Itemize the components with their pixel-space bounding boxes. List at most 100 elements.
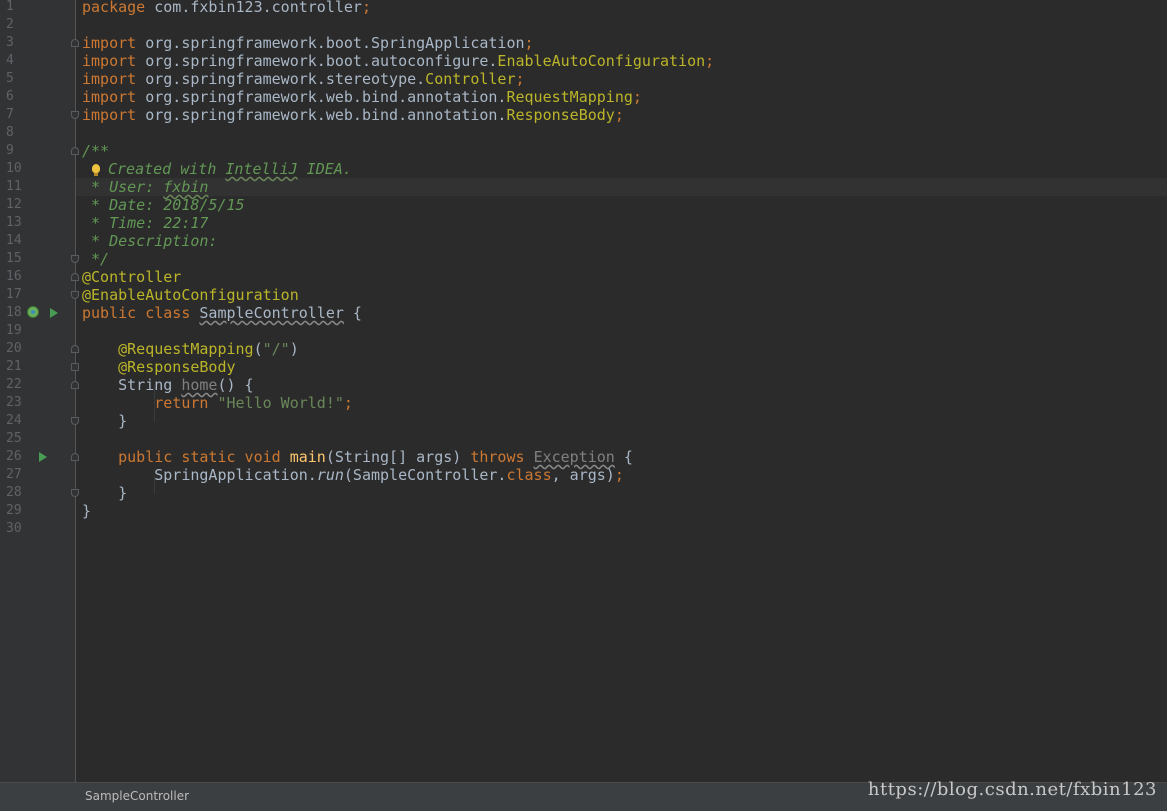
code-line-27[interactable]: SpringApplication.run(SampleController.c… xyxy=(82,466,624,484)
line-number: 15 xyxy=(6,251,22,266)
code-line-22[interactable]: String home() { xyxy=(82,376,253,394)
brace: } xyxy=(82,412,128,430)
fold-marker[interactable] xyxy=(71,255,79,263)
fold-marker[interactable] xyxy=(71,345,79,353)
return-type: String xyxy=(118,376,182,394)
line-number: 28 xyxy=(6,485,22,500)
class-name: SpringApplication xyxy=(371,34,525,52)
keyword: import xyxy=(82,34,137,52)
line-number: 23 xyxy=(6,395,22,410)
code-line-7[interactable]: import org.springframework.web.bind.anno… xyxy=(82,106,624,124)
code-line-5[interactable]: import org.springframework.stereotype.Co… xyxy=(82,70,525,88)
doc-comment: * Description: xyxy=(82,232,218,250)
semicolon: ; xyxy=(614,106,624,124)
annotation-class: ResponseBody xyxy=(506,106,615,124)
code-line-10[interactable]: Created with IntelliJ IDEA. xyxy=(108,160,352,178)
fold-marker[interactable] xyxy=(71,39,79,47)
line-number: 4 xyxy=(6,53,14,68)
watermark-text: https://blog.csdn.net/fxbin123 xyxy=(867,779,1157,800)
keyword: import xyxy=(82,106,137,124)
code-line-26[interactable]: public static void main(String[] args) t… xyxy=(82,448,633,466)
line-number: 30 xyxy=(6,521,22,536)
keyword: package xyxy=(82,0,146,16)
annotation: @EnableAutoConfiguration xyxy=(82,286,299,304)
code-line-3[interactable]: import org.springframework.boot.SpringAp… xyxy=(82,34,534,52)
line-number: 11 xyxy=(6,179,22,194)
code-line-23[interactable]: return "Hello World!"; xyxy=(82,394,353,412)
package-path: org.springframework.web.bind.annotation. xyxy=(136,88,507,106)
fold-marker[interactable] xyxy=(71,453,79,461)
code-line-21[interactable]: @ResponseBody xyxy=(82,358,236,376)
code-line-6[interactable]: import org.springframework.web.bind.anno… xyxy=(82,88,642,106)
paren: ) xyxy=(289,340,299,358)
keyword: import xyxy=(82,52,137,70)
run-gutter-icon[interactable] xyxy=(50,308,58,318)
code-line-15[interactable]: */ xyxy=(82,250,109,268)
fold-marker[interactable] xyxy=(71,147,79,155)
keyword: import xyxy=(82,88,137,106)
code-line-20[interactable]: @RequestMapping("/") xyxy=(82,340,299,358)
doc-comment-typo: IntelliJ xyxy=(225,160,298,178)
fold-marker[interactable] xyxy=(71,291,79,299)
line-number: 20 xyxy=(6,341,22,356)
line-number: 14 xyxy=(6,233,22,248)
code-line-16[interactable]: @Controller xyxy=(82,268,181,286)
keyword: class xyxy=(506,466,552,484)
package-path: org.springframework.stereotype. xyxy=(136,70,426,88)
breadcrumb[interactable]: SampleController xyxy=(85,789,189,803)
line-number: 3 xyxy=(6,35,14,50)
line-number: 13 xyxy=(6,215,22,230)
code-line-4[interactable]: import org.springframework.boot.autoconf… xyxy=(82,52,714,70)
doc-comment: Created with xyxy=(108,160,226,178)
annotation: @RequestMapping xyxy=(118,340,254,358)
semicolon: ; xyxy=(524,34,534,52)
method-params: (String[] args) xyxy=(325,448,471,466)
doc-comment: * Time: 22:17 xyxy=(82,214,209,232)
line-number: 8 xyxy=(6,125,14,140)
brace: { xyxy=(614,448,633,466)
annotation: @ResponseBody xyxy=(118,358,236,376)
code-line-12[interactable]: * Date: 2018/5/15 xyxy=(82,196,245,214)
code-line-13[interactable]: * Time: 22:17 xyxy=(82,214,208,232)
code-line-18[interactable]: public class SampleController { xyxy=(82,304,362,322)
line-number: 17 xyxy=(6,287,22,302)
code-line-24[interactable]: } xyxy=(82,412,127,430)
code-line-11[interactable]: * User: fxbin xyxy=(82,178,208,196)
code-editor[interactable]: package com.fxbin123.controller; import … xyxy=(76,0,1167,782)
line-number: 26 xyxy=(6,449,22,464)
class-name: SampleController xyxy=(199,304,344,322)
code-line-28[interactable]: } xyxy=(82,484,127,502)
args: (SampleController. xyxy=(343,466,507,484)
line-number: 1 xyxy=(6,0,14,14)
line-number: 9 xyxy=(6,143,14,158)
brace: { xyxy=(343,304,362,322)
fold-marker[interactable] xyxy=(71,381,79,389)
line-number: 21 xyxy=(6,359,22,374)
code-line-14[interactable]: * Description: xyxy=(82,232,217,250)
line-number: 5 xyxy=(6,71,14,86)
keyword: throws xyxy=(470,448,534,466)
string-literal: "/" xyxy=(262,340,290,358)
code-line-1[interactable]: package com.fxbin123.controller; xyxy=(82,0,371,16)
semicolon: ; xyxy=(343,394,353,412)
annotation-class: EnableAutoConfiguration xyxy=(497,52,706,70)
fold-marker[interactable] xyxy=(71,417,79,425)
line-number: 19 xyxy=(6,323,22,338)
fold-marker[interactable] xyxy=(71,363,79,371)
package-path: org.springframework.boot. xyxy=(136,34,371,52)
code-line-29[interactable]: } xyxy=(82,502,91,520)
spring-bean-icon[interactable] xyxy=(27,306,39,318)
annotation-class: RequestMapping xyxy=(506,88,633,106)
package-path: org.springframework.web.bind.annotation. xyxy=(136,106,507,124)
intention-bulb-icon[interactable] xyxy=(92,164,100,176)
fold-marker[interactable] xyxy=(71,489,79,497)
run-gutter-icon[interactable] xyxy=(39,452,47,462)
code-line-9[interactable]: /** xyxy=(82,142,109,160)
semicolon: ; xyxy=(632,88,642,106)
doc-comment: IDEA. xyxy=(297,160,352,178)
code-line-17[interactable]: @EnableAutoConfiguration xyxy=(82,286,299,304)
fold-marker[interactable] xyxy=(71,111,79,119)
fold-marker[interactable] xyxy=(71,273,79,281)
